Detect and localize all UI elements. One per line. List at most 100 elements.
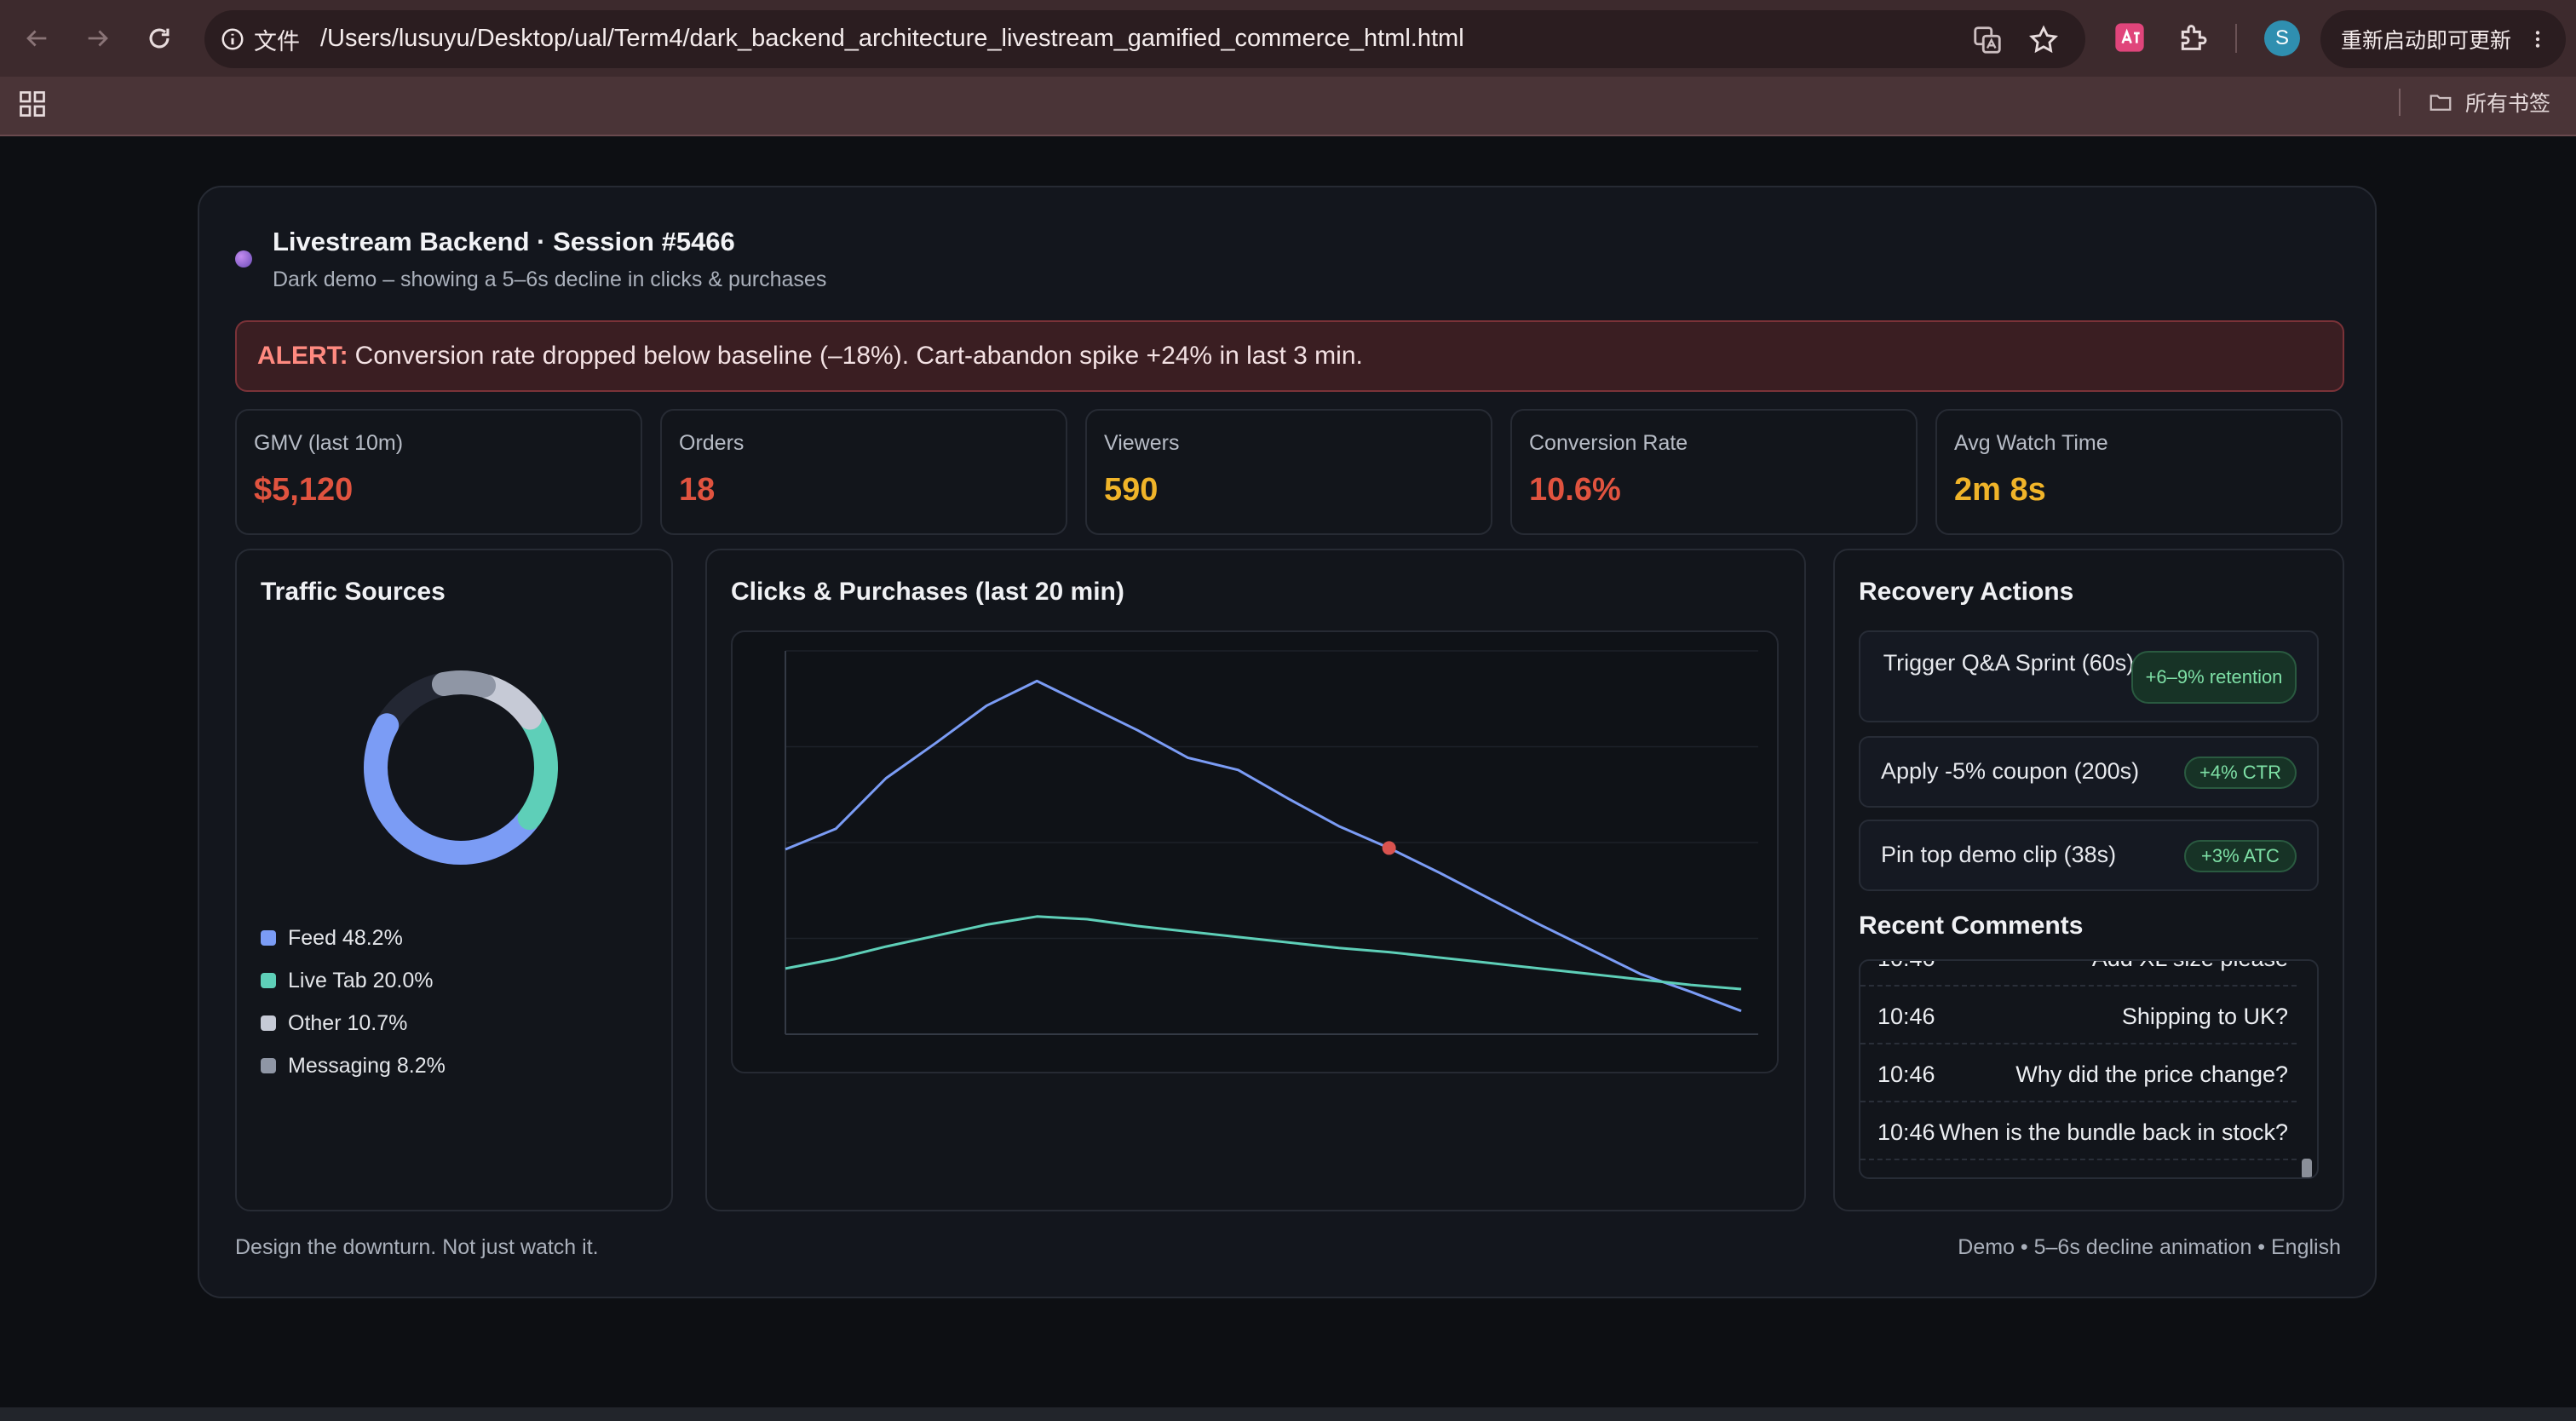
site-info-chip[interactable]: 文件	[220, 21, 300, 57]
status-dot	[235, 250, 252, 268]
action-badge: +4% CTR	[2184, 757, 2297, 789]
more-vert-icon	[2535, 31, 2540, 48]
kpi-label: Orders	[679, 431, 745, 455]
site-label: 文件	[254, 28, 300, 55]
panel-title: Clicks & Purchases (last 20 min)	[731, 578, 1124, 606]
arrow-left-icon	[26, 30, 47, 47]
translate-extension-icon[interactable]	[2113, 20, 2147, 55]
legend-label: Messaging 8.2%	[288, 1053, 446, 1078]
toolbar-divider	[2235, 24, 2237, 53]
action-trigger-qa-sprint[interactable]: Trigger Q&A Sprint (60s) +6–9% retention	[1859, 630, 2319, 722]
back-button[interactable]	[17, 19, 56, 58]
comment-item: 10:46 Add XL size please	[1860, 961, 2297, 987]
kpi-value: $5,120	[254, 472, 354, 508]
update-button[interactable]: 重新启动即可更新	[2320, 10, 2566, 68]
profile-avatar[interactable]: S	[2264, 20, 2300, 56]
kpi-avg-watch-time: Avg Watch Time 2m 8s	[1935, 409, 2343, 535]
kpi-value: 2m 8s	[1954, 472, 2046, 508]
footer-meta: Demo • 5–6s decline animation • English	[1958, 1235, 2341, 1259]
legend-item-live-tab: Live Tab 20.0%	[261, 959, 446, 1002]
comment-text: Add XL size please	[2092, 961, 2288, 972]
traffic-donut-chart	[364, 670, 558, 866]
kpi-label: GMV (last 10m)	[254, 431, 404, 455]
extensions-puzzle-icon[interactable]	[2176, 20, 2210, 55]
legend-item-messaging: Messaging 8.2%	[261, 1044, 446, 1087]
bookmark-star-icon[interactable]	[2027, 24, 2060, 56]
kpi-value: 10.6%	[1529, 472, 1621, 508]
kpi-label: Avg Watch Time	[1954, 431, 2108, 455]
comments-list[interactable]: 10:46 Add XL size please 10:46 Shipping …	[1859, 959, 2319, 1179]
action-badge: +6–9% retention	[2131, 651, 2297, 704]
kpi-value: 590	[1104, 472, 1159, 508]
address-bar[interactable]: 文件 /Users/lusuyu/Desktop/ual/Term4/dark_…	[204, 10, 2085, 68]
legend-label: Other 10.7%	[288, 1010, 408, 1035]
legend-label: Live Tab 20.0%	[288, 968, 434, 992]
dock-edge	[0, 1407, 2576, 1421]
recovery-panel: Recovery Actions Trigger Q&A Sprint (60s…	[1833, 549, 2344, 1211]
footer-tagline: Design the downturn. Not just watch it.	[235, 1235, 599, 1259]
comment-text: When is the bundle back in stock?	[1939, 1119, 2288, 1145]
alert-message: Conversion rate dropped below baseline (…	[354, 342, 1363, 370]
reload-button[interactable]	[140, 19, 179, 58]
kpi-gmv: GMV (last 10m) $5,120	[235, 409, 642, 535]
alert-banner: ALERT: Conversion rate dropped below bas…	[235, 320, 2344, 392]
kpi-label: Conversion Rate	[1529, 431, 1688, 455]
action-badge: +3% ATC	[2184, 840, 2297, 872]
bookmarks-divider	[2399, 89, 2401, 116]
comment-text: Shipping to UK?	[2121, 1004, 2288, 1029]
comment-item: 10:46 Shipping to UK?	[1860, 987, 2297, 1044]
folder-icon	[2429, 95, 2452, 111]
all-bookmarks-folder[interactable]: 所有书签	[2428, 89, 2550, 116]
info-icon	[221, 28, 244, 50]
comment-time: 10:46	[1877, 961, 1935, 972]
comment-time: 10:46	[1877, 1004, 1935, 1029]
panel-title: Recovery Actions	[1859, 578, 2074, 606]
comment-time: 10:46	[1877, 1061, 1935, 1087]
clicks-purchases-panel: Clicks & Purchases (last 20 min)	[705, 549, 1806, 1211]
update-label: 重新启动即可更新	[2341, 29, 2512, 53]
legend-swatch	[261, 930, 276, 946]
highlight-point	[1382, 841, 1396, 855]
action-label: Apply -5% coupon (200s)	[1881, 758, 2140, 784]
forward-button[interactable]	[78, 19, 118, 58]
page-title: Livestream Backend · Session #5466	[273, 227, 735, 256]
comments-title: Recent Comments	[1859, 912, 2084, 940]
apps-grid-icon[interactable]	[17, 89, 48, 119]
legend-swatch	[261, 1015, 276, 1031]
kpi-viewers: Viewers 590	[1085, 409, 1492, 535]
kpi-orders: Orders 18	[660, 409, 1067, 535]
comments-scrollbar[interactable]	[2302, 1159, 2312, 1177]
action-pin-demo-clip[interactable]: Pin top demo clip (38s) +3% ATC	[1859, 820, 2319, 891]
action-apply-coupon[interactable]: Apply -5% coupon (200s) +4% CTR	[1859, 736, 2319, 808]
kpi-label: Viewers	[1104, 431, 1180, 455]
page-subtitle: Dark demo – showing a 5–6s decline in cl…	[273, 268, 827, 291]
legend-swatch	[261, 973, 276, 988]
clicks-purchases-line-chart	[785, 650, 1758, 1035]
traffic-sources-panel: Traffic Sources Feed 48.2% Live Tab 20.0…	[235, 549, 673, 1211]
action-label: Pin top demo clip (38s)	[1881, 842, 2117, 867]
reload-icon	[149, 28, 170, 49]
translate-icon[interactable]	[1971, 24, 2004, 56]
legend-item-other: Other 10.7%	[261, 1002, 446, 1044]
all-bookmarks-label: 所有书签	[2465, 92, 2551, 116]
dashboard-card: Livestream Backend · Session #5466 Dark …	[198, 186, 2377, 1298]
legend-swatch	[261, 1058, 276, 1073]
bookmarks-bar	[0, 77, 2576, 136]
legend-item-feed: Feed 48.2%	[261, 917, 446, 959]
browser-toolbar: 文件 /Users/lusuyu/Desktop/ual/Term4/dark_…	[0, 0, 2576, 77]
traffic-legend: Feed 48.2% Live Tab 20.0% Other 10.7% Me…	[261, 917, 446, 1087]
arrow-right-icon	[88, 30, 108, 47]
line-chart-container	[731, 630, 1779, 1073]
series-line-0	[785, 679, 1742, 1013]
panel-title: Traffic Sources	[261, 578, 446, 606]
comment-item: 10:46 Why did the price change?	[1860, 1044, 2297, 1102]
alert-prefix: ALERT:	[257, 342, 348, 370]
kpi-conversion-rate: Conversion Rate 10.6%	[1510, 409, 1918, 535]
url-text: /Users/lusuyu/Desktop/ual/Term4/dark_bac…	[320, 25, 1464, 52]
comment-text: Why did the price change?	[2015, 1061, 2288, 1087]
legend-label: Feed 48.2%	[288, 925, 403, 950]
action-label: Trigger Q&A Sprint (60s)	[1883, 650, 2135, 676]
kpi-value: 18	[679, 472, 716, 508]
comment-time: 10:46	[1877, 1119, 1935, 1145]
comment-item: 10:46 When is the bundle back in stock?	[1860, 1102, 2297, 1160]
